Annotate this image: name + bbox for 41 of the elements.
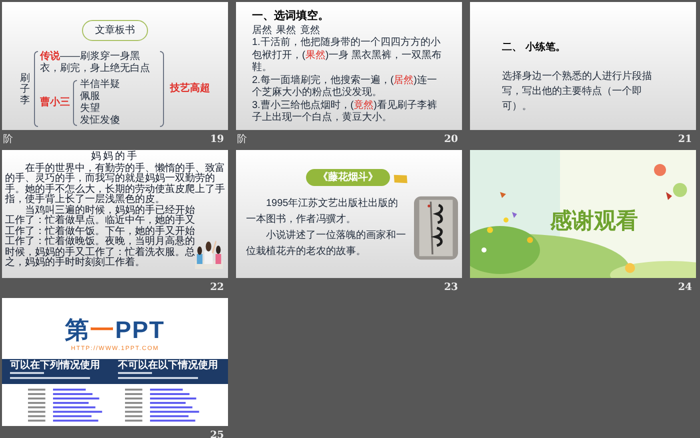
slide-title: 二、 小练笔。: [502, 40, 566, 55]
conclusion-text: 技艺高超: [170, 83, 210, 95]
legend-text: 传说——刷浆穿一身黑衣，刷完，身上绝无白点: [40, 51, 151, 75]
paragraph-text: 小说讲述了一位落魄的画家和一位栽植花卉的老农的故事。: [246, 228, 406, 259]
slide-number: 21: [678, 132, 692, 146]
paragraph-text: 1995年江苏文艺出版社出版的一本图书，作者冯骥才。: [246, 196, 400, 227]
reaction-text: 发怔发傻: [80, 115, 120, 127]
closing-title: 感谢观看: [550, 207, 638, 235]
section-label: 阶: [3, 132, 13, 146]
sentence-text: 1.干活前，他把随身带的一个四四方方的小包袱打开，(果然)一身 黑衣黑裤，一双黑布鞋。: [252, 37, 442, 74]
slide-number: 22: [210, 280, 224, 294]
logo: 第一PPT: [64, 318, 166, 344]
slide-thumbnail[interactable]: 妈妈的手 在手的世界中，有勤劳的手、懒惰的手、致富的手、灵巧的手，而我写的就是妈妈一双勤劳的手。她的手不怎么大，长期的劳动使茧皮爬上了手指，使手背上长了一层浅黑色的皮。 当鸡叫三遍的时候，妈妈的手已经开始工作了：忙着做早点。临近中午，她的手又工作了：忙着做午饭。下午，她的手又开始工作了：忙着做晚饭。夜晚，当明月高悬的时候，妈妈的手又工作了：忙着洗衣服。总之，妈妈的手时时刻刻工作着。: [2, 150, 228, 278]
task-text: 选择身边一个熟悉的人进行片段描写，写出他的主要特点（一个即可）。: [502, 70, 653, 114]
word-choice: 竟然: [300, 24, 320, 37]
reaction-text: 失望: [80, 103, 101, 114]
slide-number: 25: [210, 428, 224, 438]
slide-thumbnail[interactable]: 二、 小练笔。 选择身边一个熟悉的人进行片段描写，写出他的主要特点（一个即可）。: [470, 2, 696, 130]
witness-label: 曹小三: [40, 97, 70, 109]
slide-thumbnail[interactable]: 一、选词填空。 居然 果然 竟然 1.干活前，他把随身带的一个四四方方的小包袱打开，(果然)一身 黑衣黑裤，一双黑布鞋。 2.每一面墙刷完，他搜索一遍，(居然)连一个芝麻大小的粉点也没发现。 3.曹小三给他点烟时，(竟然)看见刷子李裤子上出现一个白点，黄豆大小。: [236, 2, 462, 130]
paragraph-text: 当鸡叫三遍的时候，妈妈的手已经开始工作了：忙着做早点。临近中午，她的手又工作了：忙着做午饭。下午，她的手又开始工作了：忙着做晚饭。夜晚，当明月高悬的时候，妈妈的手又工作了：忙着洗衣服。总之，妈妈的手时时刻刻工作着。: [5, 206, 195, 268]
slide-thumbnail[interactable]: 《藤花烟斗》 1995年江苏文艺出版社出版的一本图书，作者冯骥才。 小说讲述了一位落魄的画家和一位栽植花卉的老农的故事。: [236, 150, 462, 278]
slide-number: 24: [678, 280, 692, 294]
word-choice: 居然: [252, 24, 272, 37]
sentence-text: 2.每一面墙刷完，他搜索一遍，(居然)连一个芝麻大小的粉点也没发现。: [252, 74, 438, 100]
reaction-text: 半信半疑: [80, 79, 120, 91]
slide-title: 妈妈的手: [90, 152, 140, 162]
paragraph-text: 在手的世界中，有勤劳的手、懒惰的手、致富的手、灵巧的手，而我写的就是妈妈一双勤劳的手。她的手不怎么大，长期的劳动使茧皮爬上了手指，使手背上长了一层浅黑色的皮。: [5, 164, 225, 205]
slide-title: 一、选词填空。: [252, 10, 330, 22]
reaction-text: 佩服: [80, 91, 101, 102]
section-heading: 可以在下列情况使用: [10, 359, 101, 372]
sentence-text: 3.曹小三给他点烟时，(竟然)看见刷子李裤子上出现一个白点，黄豆大小。: [252, 100, 438, 124]
section-heading: 不可以在以下情况使用: [118, 359, 219, 372]
slide-title: 文章板书: [82, 20, 148, 41]
slide-number: 19: [210, 132, 224, 146]
section-label: 阶: [237, 132, 247, 146]
slide-number: 20: [444, 132, 458, 146]
subject-text: 刷子李: [20, 72, 30, 106]
slide-title: 《藤花烟斗》: [306, 169, 390, 186]
slide-number: 23: [444, 280, 458, 294]
word-choice: 果然: [276, 24, 296, 37]
